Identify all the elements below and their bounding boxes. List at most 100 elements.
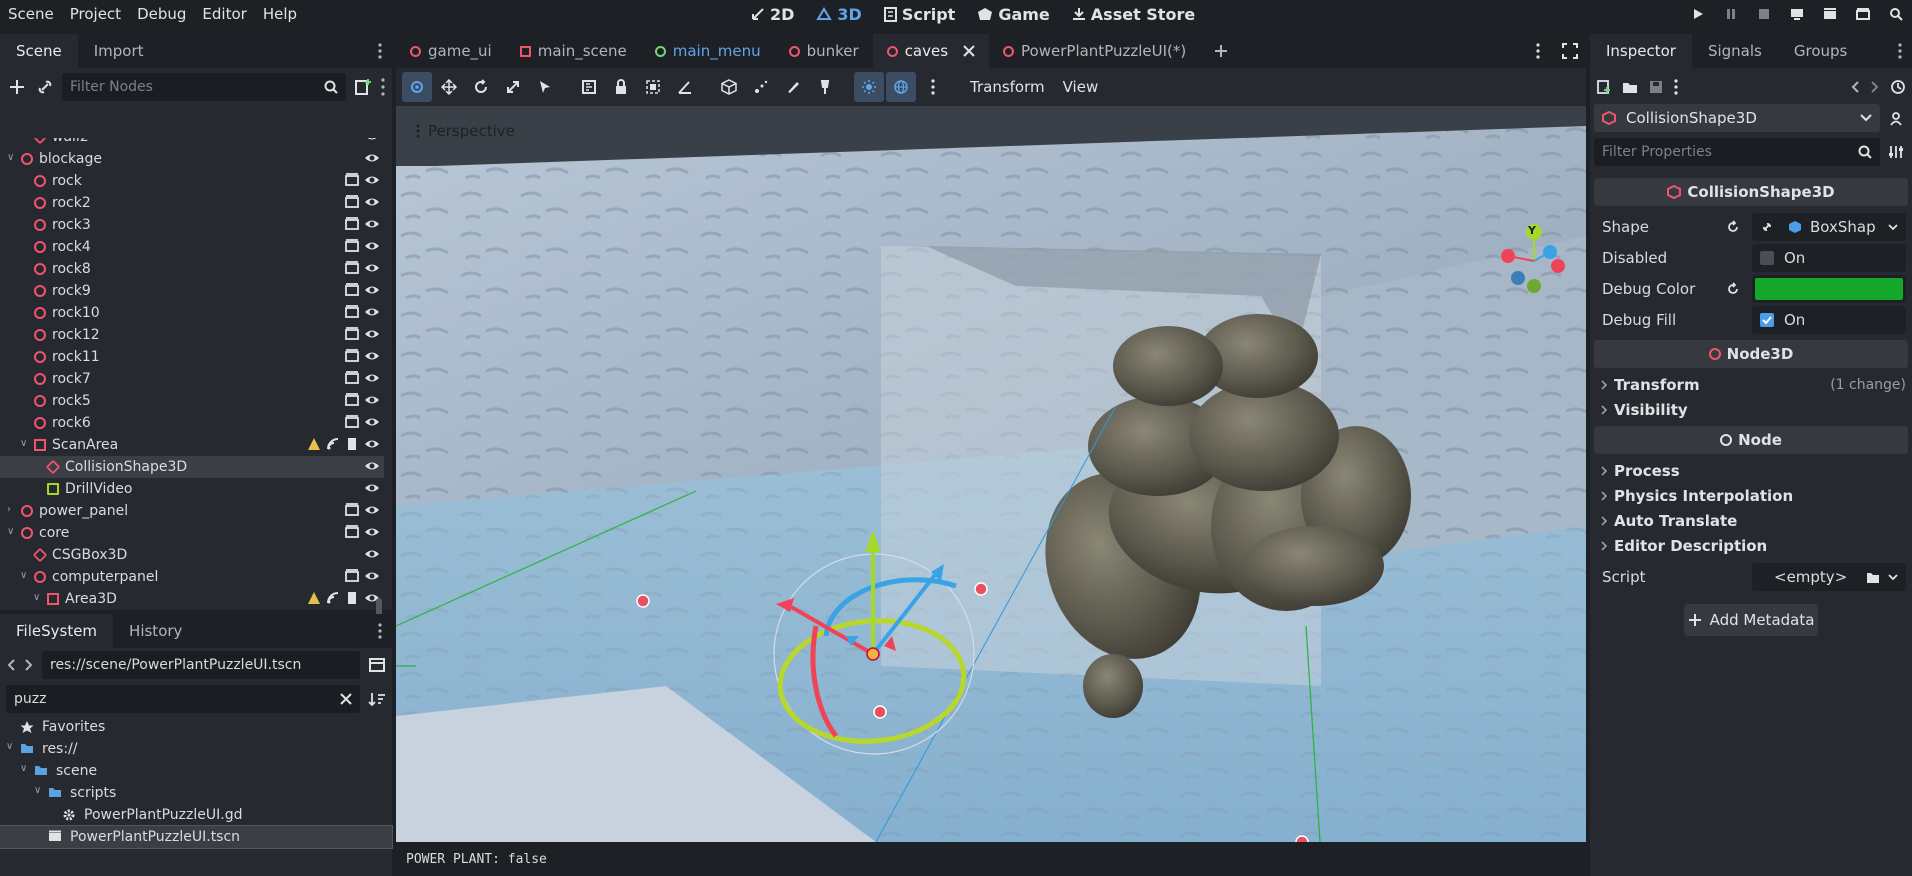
scene-tree-row[interactable]: rock9 [0,280,384,302]
kebab-menu-icon[interactable] [378,43,382,59]
group-auto-translate[interactable]: Auto Translate [1600,512,1737,530]
workspace-2d-button[interactable]: 2D [743,0,802,28]
signal-icon[interactable] [326,591,340,605]
filter-properties-input[interactable]: Filter Properties [1594,138,1880,166]
remote-debug-button[interactable] [1780,0,1813,28]
scene-instance-icon[interactable] [345,415,359,429]
rotate-mode-button[interactable] [466,72,496,102]
kebab-menu-icon[interactable] [1674,79,1678,95]
tab-signals[interactable]: Signals [1692,34,1778,68]
script-attached-icon[interactable] [345,437,359,451]
tab-groups[interactable]: Groups [1778,34,1863,68]
transform-menu[interactable]: Transform [962,78,1053,96]
tab-filesystem[interactable]: FileSystem [0,614,114,648]
visibility-eye-icon[interactable] [364,283,380,297]
scene-tree-row[interactable]: ∨ blockage [0,148,384,170]
3d-viewport[interactable]: Perspective Y [396,106,1586,842]
scene-tab[interactable]: game_ui [396,34,506,68]
scene-instance-icon[interactable] [345,283,359,297]
visibility-eye-icon[interactable] [364,217,380,231]
visibility-eye-icon[interactable] [364,173,380,187]
select-mode-button[interactable] [402,72,432,102]
link-icon[interactable] [34,76,56,98]
menu-editor[interactable]: Editor [194,0,254,28]
visibility-eye-icon[interactable] [364,503,380,517]
attach-script-icon[interactable] [352,76,374,98]
chevron-down-icon[interactable]: ∨ [20,763,27,774]
scene-instance-icon[interactable] [345,195,359,209]
pause-button[interactable] [1714,0,1747,28]
lock-button[interactable] [606,72,636,102]
warning-icon[interactable] [307,437,321,451]
chevron-down-icon[interactable]: ∨ [20,438,27,449]
play-current-scene-button[interactable] [1813,0,1846,28]
revert-icon[interactable] [1726,282,1740,296]
visibility-eye-icon[interactable] [364,437,380,451]
filter-nodes-input[interactable]: Filter Nodes [62,73,346,101]
ruler-button[interactable] [574,72,604,102]
visibility-eye-icon[interactable] [364,138,380,143]
pin-button[interactable] [810,72,840,102]
environment-preview-button[interactable] [886,72,916,102]
scene-tree-row[interactable]: rock5 [0,390,384,412]
file-tree-row[interactable]: Favorites [0,716,392,738]
group-physics-interpolation[interactable]: Physics Interpolation [1600,487,1793,505]
group-button[interactable] [638,72,668,102]
group-visibility[interactable]: Visibility [1600,401,1688,419]
scene-instance-icon[interactable] [345,305,359,319]
mesh-button[interactable] [714,72,744,102]
visibility-eye-icon[interactable] [364,151,380,165]
tab-scene[interactable]: Scene [0,34,78,68]
scene-tab[interactable]: main_menu [641,34,775,68]
scene-instance-icon[interactable] [345,569,359,583]
scene-tree-row[interactable]: rock6 [0,412,384,434]
workspace-game-button[interactable]: Game [969,0,1057,28]
add-metadata-button[interactable]: Add Metadata [1684,604,1818,636]
play-custom-scene-button[interactable] [1846,0,1879,28]
tab-inspector[interactable]: Inspector [1590,34,1692,68]
warning-icon[interactable] [307,591,321,605]
save-icon[interactable] [1648,79,1664,95]
paint-button[interactable] [778,72,808,102]
tab-import[interactable]: Import [78,34,160,68]
scene-instance-icon[interactable] [345,239,359,253]
node-docs-icon[interactable] [1888,110,1904,126]
scene-instance-icon[interactable] [345,261,359,275]
visibility-eye-icon[interactable] [364,261,380,275]
workspace-script-button[interactable]: Script [876,0,963,28]
scale-mode-button[interactable] [498,72,528,102]
scene-instance-icon[interactable] [345,525,359,539]
chevron-down-icon[interactable]: ∨ [7,152,14,163]
chevron-down-icon[interactable]: ∨ [34,785,41,796]
kebab-menu-icon[interactable] [380,77,386,97]
workspace-assetstore-button[interactable]: Asset Store [1064,0,1203,28]
scene-tree-row[interactable]: rock7 [0,368,384,390]
visibility-eye-icon[interactable] [364,327,380,341]
history-forward-icon[interactable] [1870,80,1880,94]
visibility-eye-icon[interactable] [364,305,380,319]
script-attached-icon[interactable] [345,591,359,605]
group-transform[interactable]: Transform [1600,376,1700,394]
visibility-eye-icon[interactable] [364,239,380,253]
open-folder-icon[interactable] [1622,79,1638,95]
add-node-icon[interactable] [6,76,28,98]
node-selector[interactable]: CollisionShape3D [1594,104,1880,132]
group-process[interactable]: Process [1600,462,1680,480]
kebab-menu-icon[interactable] [1898,43,1902,59]
revert-icon[interactable] [1726,220,1740,234]
script-resource-picker[interactable]: <empty> [1752,563,1906,591]
scene-instance-icon[interactable] [345,173,359,187]
history-back-icon[interactable] [1850,80,1860,94]
scene-tree-row[interactable]: rock10 [0,302,384,324]
disabled-checkbox[interactable]: On [1752,244,1906,272]
visibility-eye-icon[interactable] [364,371,380,385]
stop-button[interactable] [1747,0,1780,28]
tab-history[interactable]: History [113,614,198,648]
scene-tree-row[interactable]: ∨ ScanArea [0,434,384,456]
snap-button[interactable] [670,72,700,102]
scene-tab[interactable]: caves [872,34,990,68]
particles-button[interactable] [746,72,776,102]
scene-tree-row[interactable]: rock8 [0,258,384,280]
scene-tree-row[interactable]: DrillVideo [0,478,384,500]
scene-instance-icon[interactable] [345,217,359,231]
